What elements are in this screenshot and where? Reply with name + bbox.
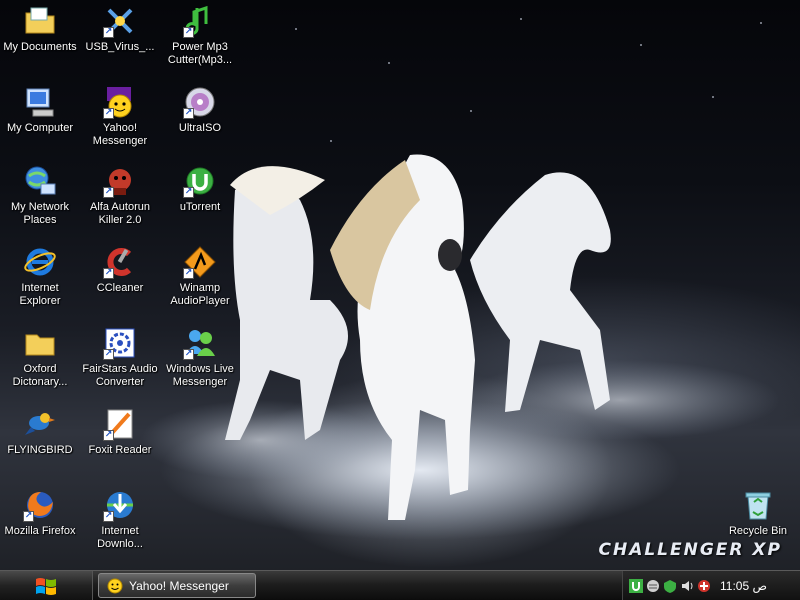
network-globe-icon	[23, 164, 57, 198]
system-clock[interactable]: 11:05 ص	[720, 579, 767, 593]
desktop-icon-alfa-autorun-killer[interactable]: ↗ Alfa Autorun Killer 2.0	[80, 162, 160, 240]
desktop-icon-foxit-reader[interactable]: ↗ Foxit Reader	[80, 405, 160, 483]
desktop-icon-label: FairStars Audio Converter	[82, 363, 158, 388]
desktop-icon-my-documents[interactable]: My Documents	[0, 2, 80, 80]
desktop-icon-label: Alfa Autorun Killer 2.0	[90, 201, 150, 226]
shortcut-arrow-icon: ↗	[103, 187, 114, 198]
desktop-icon-flyingbird[interactable]: FLYINGBIRD	[0, 405, 80, 483]
taskbar-window-yahoo-messenger[interactable]: Yahoo! Messenger	[98, 573, 256, 598]
shortcut-arrow-icon: ↗	[103, 349, 114, 360]
shortcut-arrow-icon: ↗	[23, 511, 34, 522]
desktop-icon-my-computer[interactable]: My Computer	[0, 83, 80, 161]
desktop-icon-label: CCleaner	[96, 282, 144, 294]
desktop-icon-label: Yahoo! Messenger	[92, 122, 148, 147]
shortcut-arrow-icon: ↗	[183, 268, 194, 279]
desktop-icon-usb-virus[interactable]: ↗ USB_Virus_...	[80, 2, 160, 80]
start-button[interactable]	[0, 571, 93, 600]
network-tray-icon[interactable]	[646, 579, 660, 593]
desktop-icon-label: FLYINGBIRD	[7, 444, 73, 456]
desktop-icon-label: My Network Places	[10, 201, 70, 226]
winamp-icon: ↗	[183, 245, 217, 279]
shortcut-arrow-icon: ↗	[183, 187, 194, 198]
computer-icon	[23, 85, 57, 119]
desktop-icon-winamp[interactable]: ↗ Winamp AudioPlayer	[160, 243, 240, 321]
desktop-icon-label: Foxit Reader	[88, 444, 152, 456]
desktop-icon-oxford-dictionary[interactable]: Oxford Dictonary...	[0, 324, 80, 402]
shortcut-arrow-icon: ↗	[183, 108, 194, 119]
desktop-icon-label: Oxford Dictonary...	[12, 363, 68, 388]
folder-documents-icon	[23, 4, 57, 38]
firefox-icon: ↗	[23, 488, 57, 522]
desktop-icon-label: uTorrent	[179, 201, 221, 213]
desktop-icon-internet-download-manager[interactable]: ↗ Internet Downlo...	[80, 486, 160, 564]
desktop-icon-label: USB_Virus_...	[85, 41, 155, 53]
ccleaner-icon: ↗	[103, 245, 137, 279]
desktop-icon-label: Internet Explorer	[19, 282, 61, 307]
desktop-icon-label: Mozilla Firefox	[4, 525, 76, 537]
desktop-icon-label: Power Mp3 Cutter(Mp3...	[167, 41, 233, 66]
yahoo-smiley-icon	[107, 578, 123, 593]
desktop-icon-label: UltraISO	[178, 122, 222, 134]
folder-icon	[23, 326, 57, 360]
bird-icon	[23, 407, 57, 441]
desktop-icon-label: My Documents	[3, 41, 77, 53]
desktop-icon-utorrent[interactable]: ↗ uTorrent	[160, 162, 240, 240]
download-manager-icon: ↗	[103, 488, 137, 522]
desktop-icon-label: Winamp AudioPlayer	[170, 282, 230, 307]
desktop-icon-mozilla-firefox[interactable]: ↗ Mozilla Firefox	[0, 486, 80, 564]
shortcut-arrow-icon: ↗	[103, 268, 114, 279]
taskbar: Yahoo! Messenger EN 11:05 ص	[0, 570, 800, 600]
desktop-icon-label: Windows Live Messenger	[166, 363, 234, 388]
autorun-killer-icon: ↗	[103, 164, 137, 198]
desktop-icon-ultraiso[interactable]: ↗ UltraISO	[160, 83, 240, 161]
desktop-icon-internet-explorer[interactable]: Internet Explorer	[0, 243, 80, 321]
desktop-icon-label: Internet Downlo...	[97, 525, 143, 550]
volume-tray-icon[interactable]	[680, 579, 694, 593]
desktop-icon-label: My Computer	[6, 122, 74, 134]
live-messenger-icon: ↗	[183, 326, 217, 360]
desktop-icon-windows-live-messenger[interactable]: ↗ Windows Live Messenger	[160, 324, 240, 402]
desktop-icon-my-network-places[interactable]: My Network Places	[0, 162, 80, 240]
antivirus-tray-icon[interactable]	[697, 579, 711, 593]
utorrent-tray-icon[interactable]	[629, 578, 643, 593]
usb-virus-tool-icon: ↗	[103, 4, 137, 38]
disc-icon: ↗	[183, 85, 217, 119]
shortcut-arrow-icon: ↗	[103, 511, 114, 522]
desktop-icon-ccleaner[interactable]: ↗ CCleaner	[80, 243, 160, 321]
utorrent-icon: ↗	[183, 164, 217, 198]
shortcut-arrow-icon: ↗	[183, 27, 194, 38]
security-tray-icon[interactable]	[663, 579, 677, 593]
recycle-bin-icon	[741, 488, 775, 522]
shortcut-arrow-icon: ↗	[103, 430, 114, 441]
desktop-icon-power-mp3-cutter[interactable]: ↗ Power Mp3 Cutter(Mp3...	[160, 2, 240, 80]
desktop-icon-yahoo-messenger[interactable]: ↗ Yahoo! Messenger	[80, 83, 160, 161]
shortcut-arrow-icon: ↗	[183, 349, 194, 360]
wallpaper-watermark: CHALLENGER XP	[598, 540, 782, 560]
desktop-icon-fairstars-audio-converter[interactable]: ↗ FairStars Audio Converter	[80, 324, 160, 402]
foxit-reader-icon: ↗	[103, 407, 137, 441]
shortcut-arrow-icon: ↗	[103, 108, 114, 119]
windows-logo-icon	[36, 577, 56, 595]
desktop-icon-label: Recycle Bin	[728, 525, 788, 537]
system-tray: 11:05 ص	[622, 571, 800, 600]
taskbar-window-label: Yahoo! Messenger	[129, 578, 229, 593]
audio-converter-icon: ↗	[103, 326, 137, 360]
mp3-cutter-icon: ↗	[183, 4, 217, 38]
yahoo-messenger-icon: ↗	[103, 85, 137, 119]
internet-explorer-icon	[23, 245, 57, 279]
shortcut-arrow-icon: ↗	[103, 27, 114, 38]
